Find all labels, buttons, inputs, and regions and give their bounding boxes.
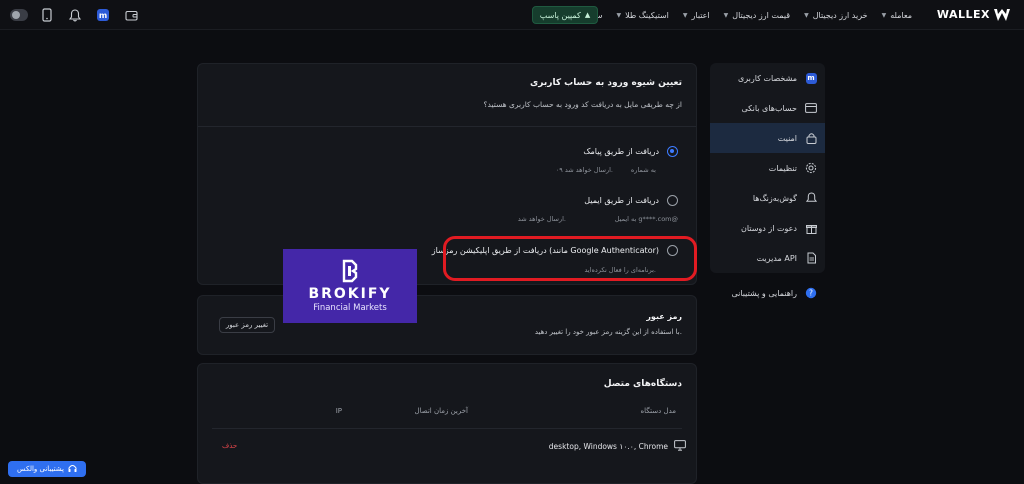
header-tools: m (10, 6, 140, 24)
sidebar-item-settings[interactable]: تنظیمات (710, 153, 825, 183)
support-chat-button[interactable]: پشتیبانی والکس (8, 461, 86, 477)
sidebar-item-profile[interactable]: m مشخصات کاربری (710, 63, 825, 93)
col-last-login: آخرین زمان اتصال (414, 407, 468, 415)
lock-icon (805, 132, 817, 144)
brokify-watermark: BROKIFY Financial Markets (283, 249, 417, 323)
sidebar-item-security[interactable]: امنیت (710, 123, 825, 153)
device-name: desktop, Windows ۱۰.۰, Chrome (548, 442, 668, 451)
profile-icon: m (805, 72, 817, 84)
nav-credit[interactable]: اعتبار ▼ (683, 11, 710, 20)
nav-trade[interactable]: معامله ▼ (882, 11, 912, 20)
sidebar-item-bank-accounts[interactable]: حساب‌های بانکی (710, 93, 825, 123)
help-circle-icon: ? (805, 287, 817, 299)
sidebar-item-invite[interactable]: دعوت از دوستان (710, 213, 825, 243)
wallex-logo[interactable]: WALLEX (937, 8, 1010, 21)
nav-gold-staking[interactable]: استیکینگ طلا ▼ (616, 11, 668, 20)
chevron-down-icon: ▼ (804, 11, 809, 19)
mobile-app-icon[interactable] (38, 6, 56, 24)
gear-icon (805, 162, 817, 174)
svg-text:?: ? (809, 289, 813, 298)
sidebar-item-alerts[interactable]: گوش‌به‌زنگ‌ها (710, 183, 825, 213)
gift-icon (805, 222, 817, 234)
top-bar: WALLEX معامله ▼ خرید ارز دیجیتال ▼ قیمت ار… (0, 0, 1024, 30)
campaign-button[interactable]: کمپین پاسپ ▲ (532, 6, 598, 24)
sidebar-help-support[interactable]: ? راهنمایی و پشتیبانی (710, 284, 825, 302)
brand-tagline: Financial Markets (313, 303, 387, 313)
email-note-prefix: به ایمیل g****.com@ (614, 215, 678, 223)
headset-icon (68, 464, 77, 475)
theme-toggle[interactable] (10, 6, 28, 24)
devices-title: دستگاه‌های متصل (603, 379, 682, 389)
nav-buy-crypto[interactable]: خرید ارز دیجیتال ▼ (804, 11, 867, 20)
wallex-mark-icon (994, 8, 1010, 21)
bell-icon (805, 192, 817, 204)
card-icon (805, 102, 817, 114)
option-email[interactable]: دریافت از طریق ایمیل (584, 195, 678, 206)
sms-note-prefix: به شماره (630, 166, 656, 174)
wallet-icon[interactable] (122, 6, 140, 24)
password-desc: با استفاده از این گزینه رمز عبور خود را … (534, 328, 682, 336)
user-avatar[interactable]: m (94, 6, 112, 24)
divider (212, 428, 682, 429)
email-radio[interactable] (667, 195, 678, 206)
chevron-down-icon: ▼ (723, 11, 729, 19)
change-password-button[interactable]: تغییر رمز عبور (219, 317, 275, 333)
authenticator-highlight-frame (443, 236, 697, 281)
delete-device-link[interactable]: حذف (222, 442, 237, 450)
nav-crypto-price[interactable]: قیمت ارز دیجیتال ▼ (724, 11, 790, 20)
password-title: رمز عبور (646, 312, 682, 321)
sms-note-suffix: ۰۹ ارسال خواهد شد. (555, 166, 613, 174)
sidebar-item-api[interactable]: مدیریت API (710, 243, 825, 273)
option-sms[interactable]: دریافت از طریق پیامک (583, 146, 678, 157)
notification-bell-icon[interactable] (66, 6, 84, 24)
monitor-icon (674, 440, 686, 453)
devices-card: دستگاه‌های متصل (197, 363, 697, 484)
chevron-down-icon: ▼ (616, 11, 622, 19)
account-sidebar: m مشخصات کاربری حساب‌های بانکی امنیت تنظ… (710, 63, 825, 273)
table-row: desktop, Windows ۱۰.۰, Chrome (549, 440, 686, 453)
login-method-question: از چه طریقی مایل به دریافت کد ورود به حس… (483, 100, 682, 109)
moon-toggle-icon (10, 9, 28, 21)
brokify-logo-icon (342, 259, 358, 283)
divider (198, 126, 696, 127)
email-note-suffix: ارسال خواهد شد. (517, 215, 566, 223)
col-ip: IP (335, 407, 342, 415)
logo-text: WALLEX (936, 8, 990, 21)
main-nav: معامله ▼ خرید ارز دیجیتال ▼ قیمت ارز دیجیت… (578, 0, 912, 30)
login-method-title: تعیین شیوه ورود به حساب کاربری (530, 78, 682, 88)
sms-radio[interactable] (667, 146, 678, 157)
col-device-model: مدل دستگاه (640, 407, 677, 415)
brand-name: BROKIFY (308, 286, 392, 302)
api-icon (805, 252, 817, 264)
chevron-down-icon: ▼ (881, 11, 887, 19)
chevron-up-icon: ▲ (584, 11, 591, 19)
chevron-down-icon: ▼ (682, 11, 688, 19)
